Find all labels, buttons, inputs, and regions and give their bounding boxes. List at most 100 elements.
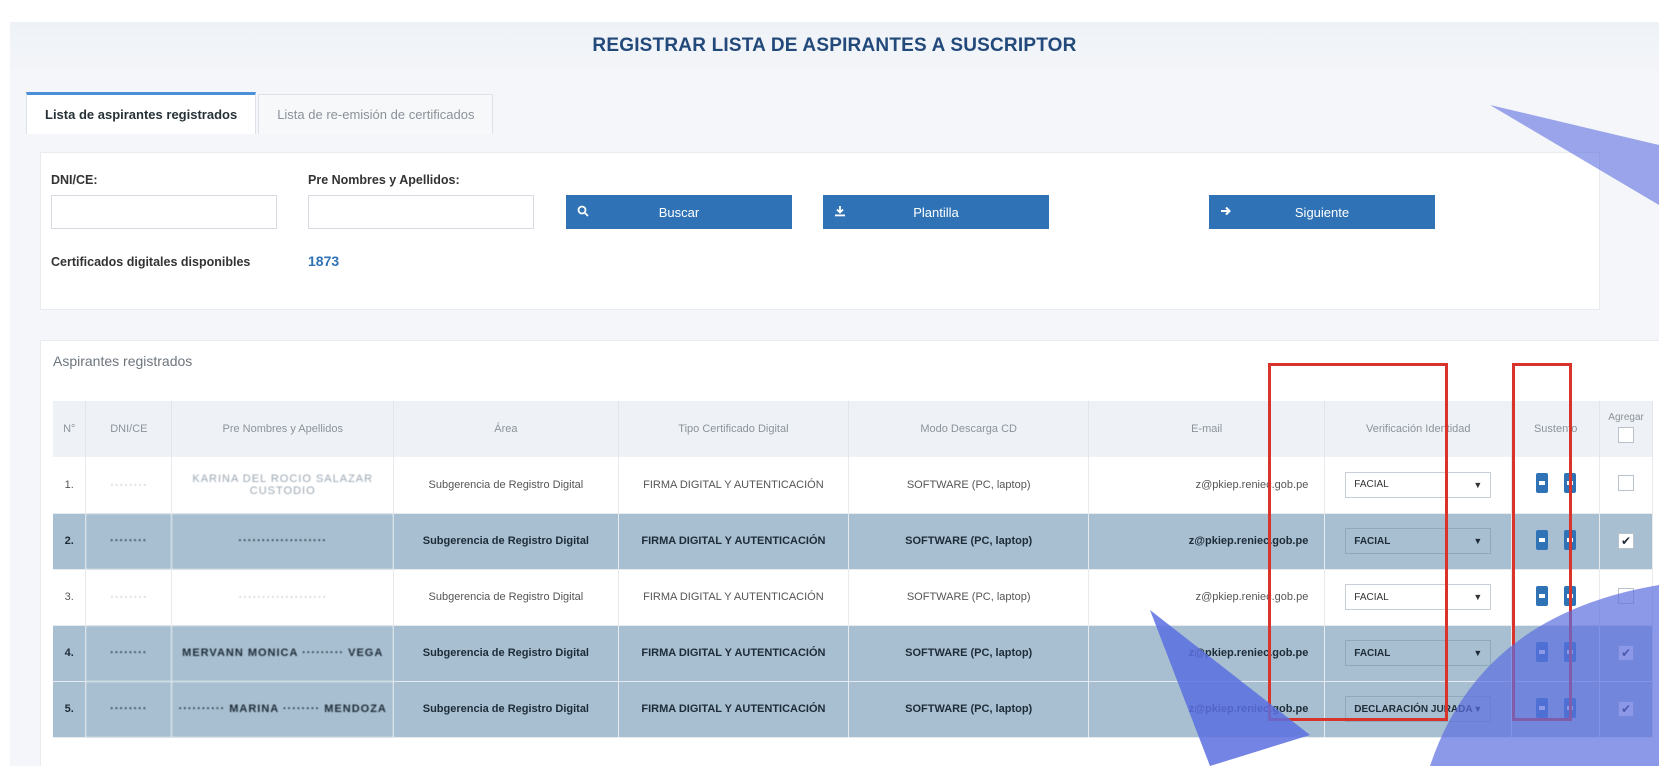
table-row[interactable]: 2. ········ ··················· Subgerencia… [53,513,1653,570]
section-title: Aspirantes registrados [53,353,193,369]
name-label: Pre Nombres y Apellidos: [308,173,460,187]
row-number: 5. [53,681,87,738]
col-support: Sustento [1511,401,1601,457]
verification-select-value: FACIAL [1354,479,1389,491]
verification-select[interactable]: FACIAL ▼ [1345,584,1492,610]
row-cert-type: FIRMA DIGITAL Y AUTENTICACIÓN [618,457,850,514]
verification-select-value: DECLARACIÓN JURADA [1354,703,1473,715]
document-icon[interactable] [1535,529,1548,550]
row-dni: ········ [85,681,173,738]
row-name: MERVANN MONICA ········· VEGA [171,625,395,682]
search-button-label: Buscar [658,204,700,220]
dni-input[interactable] [51,195,277,229]
row-email: z@pkiep.reniec.gob.pe [1088,513,1326,570]
row-email: z@pkiep.reniec.gob.pe [1088,457,1326,514]
download-icon [823,205,857,220]
search-icon [566,205,600,220]
col-name: Pre Nombres y Apellidos [171,401,395,457]
tab-bar: Lista de aspirantes registrados Lista de… [26,92,495,134]
document-icon[interactable] [1563,641,1576,662]
document-icon[interactable] [1563,529,1576,550]
document-icon[interactable] [1563,473,1576,494]
verification-select[interactable]: DECLARACIÓN JURADA ▼ [1345,696,1492,722]
next-button-label: Siguiente [1294,204,1350,220]
caret-down-icon: ▼ [1473,536,1483,546]
row-number: 4. [53,625,87,682]
row-cert-type: FIRMA DIGITAL Y AUTENTICACIÓN [618,625,850,682]
available-certs-label: Certificados digitales disponibles [51,255,251,269]
row-cert-type: FIRMA DIGITAL Y AUTENTICACIÓN [618,681,850,738]
select-all-checkbox[interactable] [1618,427,1635,443]
add-checkbox[interactable] [1618,587,1635,604]
row-add-cell: ✔ [1599,625,1653,682]
document-icon[interactable] [1563,697,1576,718]
next-button[interactable]: Siguiente [1209,195,1435,229]
row-area: Subgerencia de Registro Digital [393,625,619,682]
caret-down-icon: ▼ [1473,479,1483,490]
row-area: Subgerencia de Registro Digital [393,681,619,738]
row-verification-cell: FACIAL ▼ [1324,457,1513,514]
dni-label: DNI/CE: [51,173,98,187]
document-icon[interactable] [1535,473,1548,494]
row-add-cell [1599,457,1653,514]
row-verification-cell: DECLARACIÓN JURADA ▼ [1324,681,1513,738]
verification-select-value: FACIAL [1354,647,1391,659]
table-row[interactable]: 1. ········ KARINA DEL ROCIO SALAZAR CUSTO… [53,457,1653,514]
col-add-label: Agregar [1608,412,1644,423]
verification-select[interactable]: FACIAL ▼ [1345,640,1492,666]
row-dni: ········ [85,569,173,626]
tab-registered-applicants[interactable]: Lista de aspirantes registrados [26,92,257,134]
row-support-cell [1511,457,1601,514]
col-dni: DNI/CE [85,401,173,457]
caret-down-icon: ▼ [1473,704,1483,714]
row-number: 2. [53,513,87,570]
page-title: REGISTRAR LISTA DE ASPIRANTES A SUSCRIPT… [592,35,1077,56]
row-add-cell: ✔ [1599,513,1653,570]
add-checkbox[interactable]: ✔ [1618,701,1635,717]
row-area: Subgerencia de Registro Digital [393,513,619,570]
row-support-cell [1511,569,1601,626]
row-name: ·········· MARINA ········ MENDOZA [171,681,395,738]
table-row[interactable]: 3. ········ ··················· Subgerencia… [53,569,1653,626]
table-row[interactable]: 4. ········ MERVANN MONICA ········· VEGA S… [53,625,1653,682]
verification-select[interactable]: FACIAL ▼ [1345,528,1492,554]
row-area: Subgerencia de Registro Digital [393,457,619,514]
row-support-cell [1511,513,1601,570]
template-button[interactable]: Plantilla [823,195,1049,229]
add-checkbox[interactable]: ✔ [1618,533,1635,549]
document-icon[interactable] [1535,641,1548,662]
verification-select-value: FACIAL [1354,591,1389,603]
row-add-cell [1599,569,1653,626]
template-button-label: Plantilla [913,204,959,220]
verification-select-value: FACIAL [1354,535,1391,547]
search-panel: DNI/CE: Pre Nombres y Apellidos: Buscar … [40,152,1600,310]
page-header: REGISTRAR LISTA DE ASPIRANTES A SUSCRIPT… [10,22,1659,70]
row-verification-cell: FACIAL ▼ [1324,513,1513,570]
row-name: ··················· [171,513,395,570]
name-input[interactable] [308,195,534,229]
row-support-cell [1511,681,1601,738]
verification-select[interactable]: FACIAL ▼ [1345,471,1492,498]
document-icon[interactable] [1535,585,1548,606]
row-dni: ········ [85,513,173,570]
search-button[interactable]: Buscar [566,195,792,229]
applicants-panel: Aspirantes registrados N° DNI/CE Pre Nom… [40,340,1659,766]
add-checkbox[interactable]: ✔ [1618,645,1635,661]
row-cert-type: FIRMA DIGITAL Y AUTENTICACIÓN [618,569,850,626]
row-name: ··················· [171,569,395,626]
row-download-mode: SOFTWARE (PC, laptop) [848,625,1089,682]
row-email: z@pkiep.reniec.gob.pe [1088,681,1326,738]
row-number: 1. [53,457,87,514]
add-checkbox[interactable] [1618,475,1635,492]
row-download-mode: SOFTWARE (PC, laptop) [848,681,1089,738]
row-area: Subgerencia de Registro Digital [393,569,619,626]
applicants-table: N° DNI/CE Pre Nombres y Apellidos Área T… [53,401,1653,738]
document-icon[interactable] [1535,697,1548,718]
tab-certificate-reissue[interactable]: Lista de re-emisión de certificados [258,94,494,134]
arrow-right-icon [1209,205,1243,220]
table-row[interactable]: 5. ········ ·········· MARINA ········ MEN… [53,681,1653,738]
row-email: z@pkiep.reniec.gob.pe [1088,569,1326,626]
caret-down-icon: ▼ [1473,592,1483,602]
row-add-cell: ✔ [1599,681,1653,738]
document-icon[interactable] [1563,585,1576,606]
